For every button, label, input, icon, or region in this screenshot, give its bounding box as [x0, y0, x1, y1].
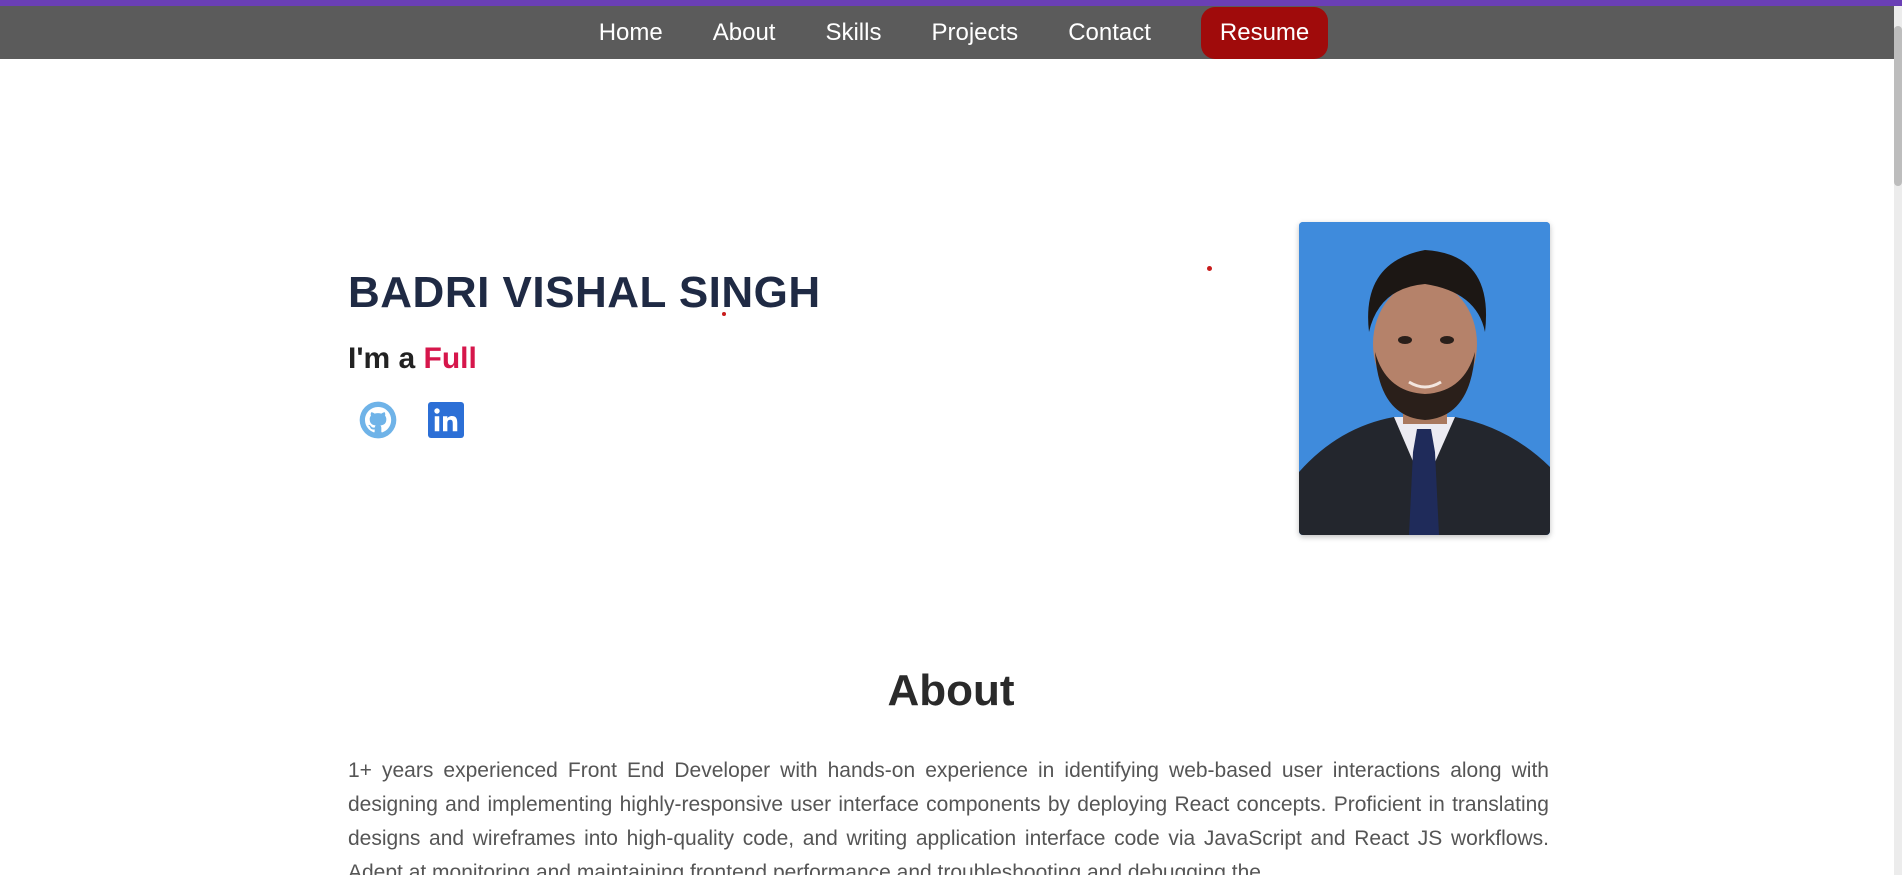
about-section-title: About [887, 666, 1015, 715]
decorative-dot [1207, 266, 1212, 271]
profile-photo [1299, 222, 1550, 535]
linkedin-link[interactable] [426, 400, 466, 440]
nav-projects-link[interactable]: Projects [906, 6, 1043, 59]
nav-skills-link[interactable]: Skills [800, 6, 906, 59]
hero-intro: I'm a Full [348, 342, 477, 376]
resume-button[interactable]: Resume [1200, 6, 1329, 59]
nav-contact-link[interactable]: Contact [1043, 6, 1176, 59]
nav-about-link[interactable]: About [688, 6, 801, 59]
social-links [358, 400, 466, 440]
github-link[interactable] [358, 400, 398, 440]
page-scrollbar[interactable] [1894, 6, 1902, 875]
navbar: Home About Skills Projects Contact Resum… [0, 6, 1902, 59]
intro-prefix: I'm a [348, 342, 416, 375]
scrollbar-thumb[interactable] [1894, 26, 1902, 186]
about-description: 1+ years experienced Front End Developer… [348, 759, 1549, 875]
nav-home-link[interactable]: Home [574, 6, 688, 59]
hero-name: BADRI VISHAL SINGH [348, 268, 821, 317]
decorative-dot [722, 312, 726, 316]
intro-role-typing: Full [423, 342, 477, 375]
github-icon [359, 401, 397, 439]
person-portrait-image [1299, 222, 1550, 535]
linkedin-icon [428, 402, 464, 438]
